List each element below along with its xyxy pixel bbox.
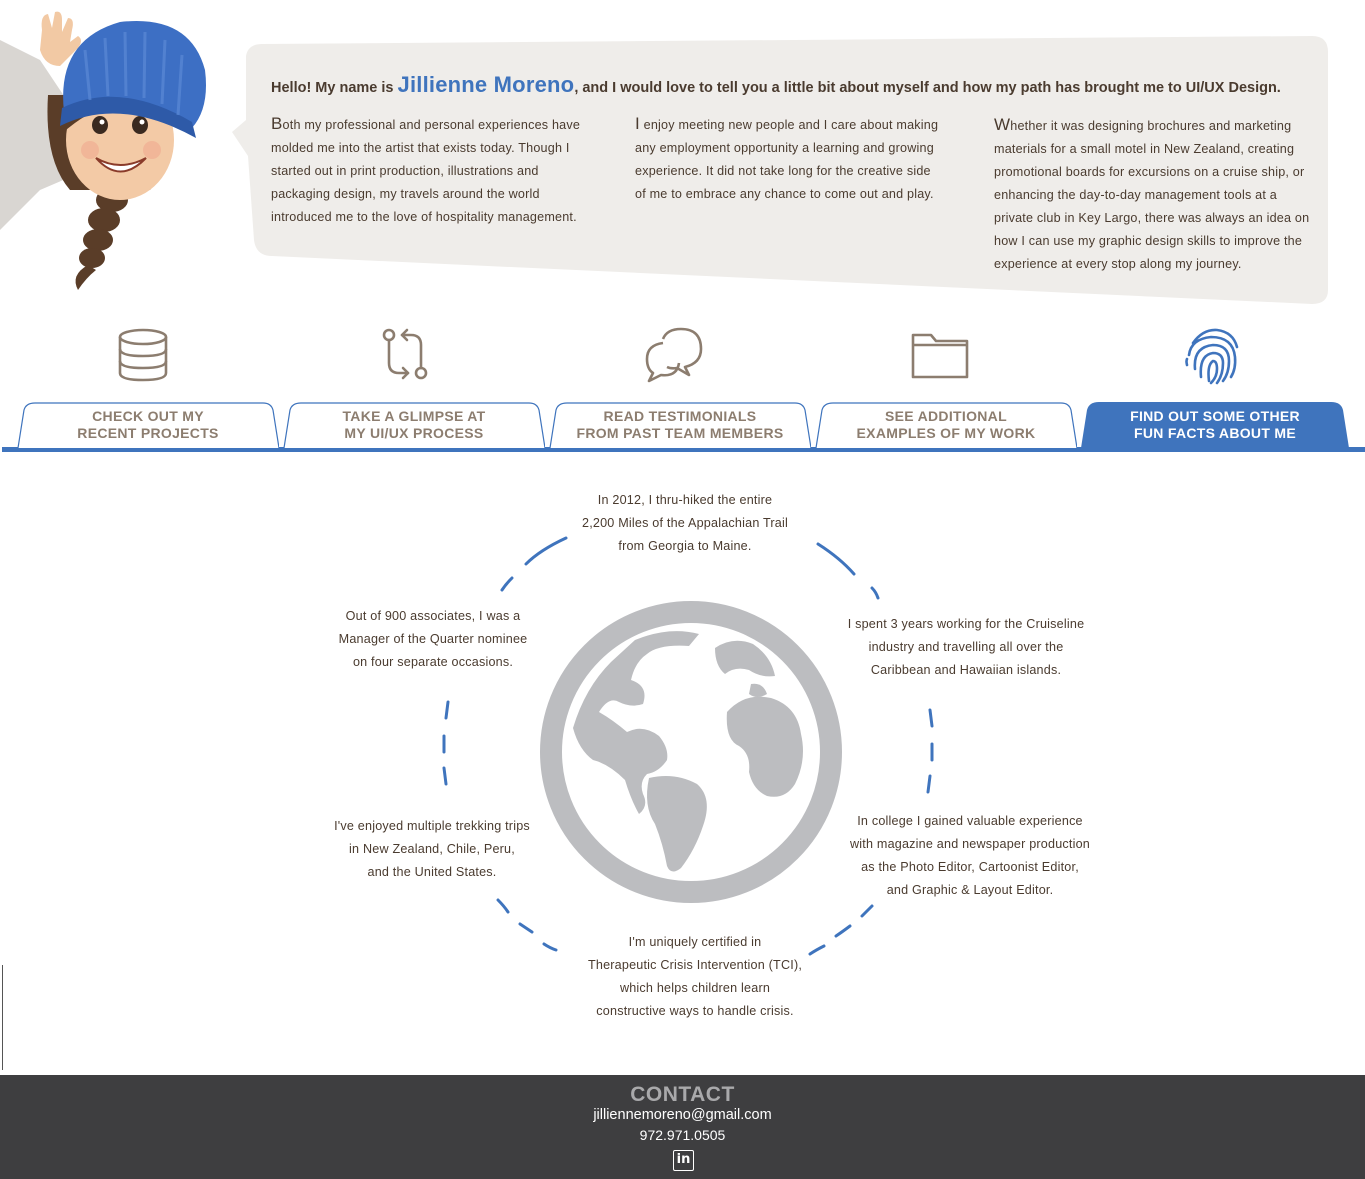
intro-paragraph-2: I enjoy meeting new people and I care ab… <box>635 114 939 201</box>
intro-paragraph-3: Whether it was designing brochures and m… <box>994 115 1310 271</box>
contact-title: CONTACT <box>630 1083 735 1106</box>
intro-paragraph-1: Both my professional and personal experi… <box>271 114 581 224</box>
fact-cruiseline: I spent 3 years working for the Cruiseli… <box>847 617 1085 677</box>
tab-testimonials[interactable]: READ TESTIMONIALS FROM PAST TEAM MEMBERS <box>549 402 811 448</box>
author-name: Jillienne Moreno <box>397 72 575 97</box>
tab-fun-facts[interactable]: FIND OUT SOME OTHER FUN FACTS ABOUT ME <box>1081 402 1349 448</box>
contact-email-link[interactable]: jilliennemoreno@gmail.com <box>0 1107 1365 1123</box>
chat-bubbles-icon[interactable] <box>643 325 703 385</box>
tab-label: SEE ADDITIONAL EXAMPLES OF MY WORK <box>856 408 1036 441</box>
fact-tci-certification: I'm uniquely certified in Therapeutic Cr… <box>587 935 803 1018</box>
intro-heading: Hello! My name is Jillienne Moreno, and … <box>271 72 1341 98</box>
left-edge-rule <box>2 965 3 1070</box>
folder-icon[interactable] <box>910 325 970 385</box>
contact-phone[interactable]: 972.971.0505 <box>0 1127 1365 1143</box>
fact-trekking: I've enjoyed multiple trekking trips in … <box>334 819 530 879</box>
tab-label: TAKE A GLIMPSE AT MY UI/UX PROCESS <box>342 408 486 441</box>
tab-label: CHECK OUT MY RECENT PROJECTS <box>77 408 219 441</box>
git-compare-icon[interactable] <box>375 325 435 385</box>
globe-icon <box>540 601 842 903</box>
avatar-illustration <box>0 11 206 290</box>
intro-heading-prefix: Hello! My name is <box>271 80 398 96</box>
tab-additional-work[interactable]: SEE ADDITIONAL EXAMPLES OF MY WORK <box>815 402 1077 448</box>
linkedin-icon[interactable]: in <box>673 1150 694 1171</box>
fact-appalachian-trail: In 2012, I thru-hiked the entire 2,200 M… <box>581 493 789 553</box>
tab-recent-projects[interactable]: CHECK OUT MY RECENT PROJECTS <box>17 402 279 448</box>
intro-heading-suffix: , and I would love to tell you a little … <box>574 80 1281 96</box>
tab-uiux-process[interactable]: TAKE A GLIMPSE AT MY UI/UX PROCESS <box>283 402 545 448</box>
database-icon[interactable] <box>113 325 173 385</box>
fingerprint-icon[interactable] <box>1183 325 1243 385</box>
fact-manager-nominee: Out of 900 associates, I was a Manager o… <box>338 609 528 669</box>
tab-label: FIND OUT SOME OTHER FUN FACTS ABOUT ME <box>1130 408 1300 441</box>
fact-college-editor: In college I gained valuable experience … <box>849 814 1091 897</box>
tab-label: READ TESTIMONIALS FROM PAST TEAM MEMBERS <box>576 408 784 441</box>
